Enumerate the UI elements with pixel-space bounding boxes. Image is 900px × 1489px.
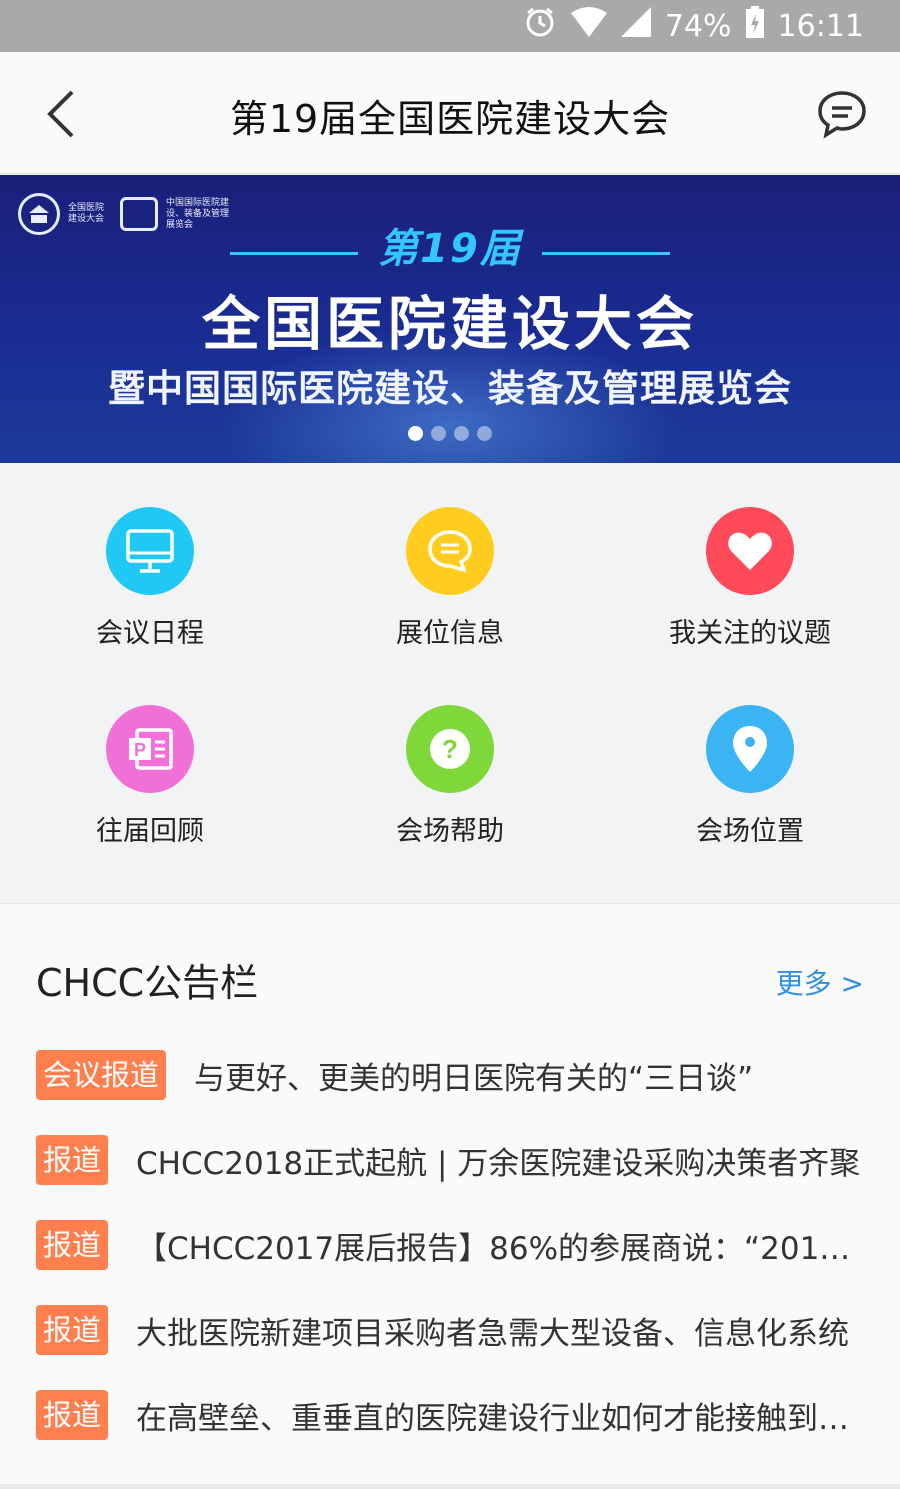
news-headline: CHCC2018正式起航 | 万余医院建设采购决策者齐聚 (136, 1145, 861, 1182)
chat-bubble-icon (406, 507, 494, 595)
location-pin-icon (706, 705, 794, 793)
heart-icon (706, 507, 794, 595)
bulletin-title: CHCC公告栏 (36, 961, 259, 1005)
banner-sub-title: 暨中国国际医院建设、装备及管理展览会 (108, 367, 792, 410)
menu-item-followed-topics[interactable]: 我关注的议题 (600, 507, 900, 650)
page-title: 第19届全国医院建设大会 (229, 97, 671, 141)
menu-label: 会议日程 (96, 618, 204, 649)
ppt-document-icon: P (106, 705, 194, 793)
news-item[interactable]: 会议报道 与更好、更美的明日医院有关的“三日谈” (36, 1050, 864, 1100)
menu-label: 我关注的议题 (669, 618, 831, 649)
menu-item-venue-help[interactable]: ? 会场帮助 (300, 705, 600, 848)
news-headline: 大批医院新建项目采购者急需大型设备、信息化系统 (136, 1315, 850, 1352)
message-bubble-icon (818, 91, 866, 139)
menu-label: 会场位置 (696, 816, 804, 847)
bulletin-board: CHCC公告栏 更多 > 会议报道 与更好、更美的明日医院有关的“三日谈” 报道… (0, 903, 900, 1485)
news-headline: 【CHCC2017展后报告】86%的参展商说：“2018我们还来” (136, 1230, 864, 1267)
more-link[interactable]: 更多 > (776, 962, 864, 1002)
title-bar: 第19届全国医院建设大会 (0, 52, 900, 174)
news-tag: 会议报道 (36, 1050, 167, 1100)
menu-item-past-review[interactable]: P 往届回顾 (0, 705, 300, 848)
alarm-icon (523, 5, 557, 47)
news-tag: 报道 (36, 1220, 109, 1270)
help-icon: ? (406, 705, 494, 793)
menu-label: 展位信息 (396, 618, 504, 649)
monitor-icon (106, 507, 194, 595)
feature-grid: 会议日程 展位信息 我关注的议题 P 往届回顾 ? 会场帮助 会场位置 (0, 463, 900, 899)
news-headline: 与更好、更美的明日医院有关的“三日谈” (194, 1060, 754, 1097)
status-bar: 74% 16:11 (0, 0, 900, 52)
battery-charging-icon (745, 6, 764, 46)
menu-item-schedule[interactable]: 会议日程 (0, 507, 300, 650)
signal-icon (620, 7, 651, 45)
news-tag: 报道 (36, 1135, 109, 1185)
news-tag: 报道 (36, 1305, 109, 1355)
banner-edition: 第19届 (378, 226, 522, 272)
clock-time: 16:11 (777, 8, 864, 44)
carousel-dot[interactable] (408, 426, 423, 441)
carousel-indicator (0, 426, 900, 441)
battery-percent: 74% (664, 8, 732, 44)
news-item[interactable]: 报道 CHCC2018正式起航 | 万余医院建设采购决策者齐聚 (36, 1135, 864, 1185)
news-item[interactable]: 报道 在高壁垒、重垂直的医院建设行业如何才能接触到决策者 (36, 1390, 864, 1440)
news-item[interactable]: 报道 大批医院新建项目采购者急需大型设备、信息化系统 (36, 1305, 864, 1355)
bottom-divider (0, 1484, 900, 1489)
menu-label: 往届回顾 (96, 816, 204, 847)
news-item[interactable]: 报道 【CHCC2017展后报告】86%的参展商说：“2018我们还来” (36, 1220, 864, 1270)
carousel-dot[interactable] (454, 426, 469, 441)
banner-main-title: 全国医院建设大会 (201, 290, 698, 358)
svg-text:P: P (134, 740, 146, 760)
menu-label: 会场帮助 (396, 816, 504, 847)
news-headline: 在高壁垒、重垂直的医院建设行业如何才能接触到决策者 (136, 1400, 864, 1437)
carousel-dot[interactable] (477, 426, 492, 441)
message-button[interactable] (816, 88, 868, 140)
svg-text:?: ? (442, 734, 458, 764)
news-tag: 报道 (36, 1390, 109, 1440)
wifi-icon (570, 7, 607, 45)
menu-item-booth-info[interactable]: 展位信息 (300, 507, 600, 650)
carousel-dot[interactable] (431, 426, 446, 441)
menu-item-venue-location[interactable]: 会场位置 (600, 705, 900, 848)
